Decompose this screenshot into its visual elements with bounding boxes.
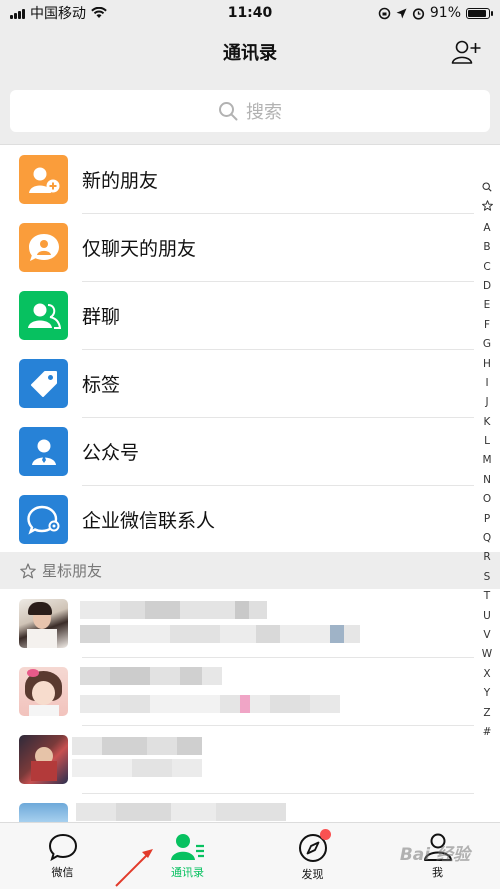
avatar (19, 735, 68, 784)
wecom-icon (19, 495, 68, 544)
func-item-group-chats[interactable]: 群聊 (0, 281, 500, 349)
index-letter[interactable]: R (483, 548, 490, 567)
nav-bar: 通讯录 (0, 26, 500, 78)
index-letter[interactable]: Z (483, 704, 490, 723)
index-letter[interactable]: G (483, 335, 491, 354)
function-list: 新的朋友 仅聊天的朋友 群聊 标签 公众号 企业微信联系人 (0, 145, 500, 553)
index-letter[interactable]: C (483, 258, 490, 277)
add-friend-button[interactable] (450, 38, 482, 66)
index-letter[interactable]: D (483, 277, 491, 296)
index-letter[interactable]: O (483, 490, 491, 509)
index-letter[interactable]: # (483, 723, 492, 742)
func-label: 标签 (82, 373, 121, 396)
search-icon (219, 102, 238, 121)
tab-label: 发现 (301, 868, 324, 881)
search-bar[interactable]: 搜索 (10, 90, 490, 132)
avatar (19, 667, 68, 716)
func-item-wecom-contacts[interactable]: 企业微信联系人 (0, 485, 500, 553)
status-bar: 中国移动 11:40 91% (0, 0, 500, 26)
section-title: 星标朋友 (42, 562, 103, 580)
index-letter[interactable]: W (482, 645, 492, 664)
index-letter[interactable]: K (484, 413, 491, 432)
friend-row[interactable] (0, 793, 500, 822)
func-label: 仅聊天的朋友 (82, 237, 197, 260)
tab-label: 通讯录 (171, 866, 204, 879)
tag-icon (19, 359, 68, 408)
alarm-icon (412, 7, 424, 20)
func-item-tags[interactable]: 标签 (0, 349, 500, 417)
starred-section-header: 星标朋友 (0, 552, 500, 589)
blurred-status (72, 759, 202, 777)
index-letter[interactable]: N (483, 471, 491, 490)
battery-percent: 91% (429, 5, 461, 21)
tab-chats[interactable]: 微信 (0, 823, 125, 889)
func-item-chat-only-friends[interactable]: 仅聊天的朋友 (0, 213, 500, 281)
blurred-status (80, 625, 360, 643)
rotation-lock-icon (378, 7, 391, 19)
tab-discover[interactable]: 发现 (250, 823, 375, 889)
index-letter[interactable]: L (484, 432, 490, 451)
index-letter[interactable]: I (485, 374, 488, 393)
chat-only-icon (19, 223, 68, 272)
func-label: 群聊 (82, 305, 121, 328)
avatar (19, 803, 68, 822)
index-letter[interactable]: Y (484, 684, 490, 703)
official-account-icon (19, 427, 68, 476)
index-letter[interactable]: V (483, 626, 490, 645)
contacts-icon (170, 834, 204, 860)
signal-icon (10, 8, 25, 19)
index-letter[interactable]: H (483, 355, 491, 374)
battery-icon (466, 7, 493, 19)
index-letter[interactable]: P (484, 510, 490, 529)
blurred-name (76, 803, 286, 821)
search-placeholder: 搜索 (246, 102, 282, 123)
blurred-name (80, 601, 267, 619)
index-letter[interactable]: X (483, 665, 490, 684)
index-letter[interactable]: A (483, 219, 490, 238)
watermark: Bai 经验 (399, 845, 470, 865)
starred-friends-list (0, 589, 500, 822)
index-star-icon[interactable] (481, 199, 493, 218)
carrier-label: 中国移动 (30, 6, 86, 22)
friend-row[interactable] (0, 589, 500, 657)
tab-label: 微信 (51, 866, 74, 879)
new-friend-icon (19, 155, 68, 204)
index-letter[interactable]: S (484, 568, 491, 587)
chat-bubble-icon (48, 833, 77, 861)
friend-row[interactable] (0, 725, 500, 793)
location-icon (396, 8, 407, 18)
blurred-status (80, 695, 340, 713)
index-letter[interactable]: E (484, 296, 491, 315)
index-search-icon[interactable] (482, 180, 492, 199)
notification-badge (320, 829, 331, 840)
index-letter[interactable]: U (483, 607, 491, 626)
status-left: 中国移动 (10, 3, 107, 23)
alphabet-index[interactable]: A B C D E F G H I J K L M N O P Q R S T … (480, 180, 494, 742)
status-right: 91% (378, 5, 493, 21)
index-letter[interactable]: B (483, 238, 490, 257)
page-title: 通讯录 (223, 43, 277, 64)
avatar (19, 599, 68, 648)
wifi-icon (91, 7, 107, 18)
group-chat-icon (19, 291, 68, 340)
add-friend-icon (451, 40, 481, 64)
star-icon (20, 562, 36, 578)
blurred-name (72, 737, 202, 755)
func-item-new-friends[interactable]: 新的朋友 (0, 145, 500, 213)
tab-label: 我 (432, 866, 443, 879)
index-letter[interactable]: M (482, 451, 491, 470)
index-letter[interactable]: Q (483, 529, 491, 548)
blurred-name (80, 667, 222, 685)
index-letter[interactable]: J (485, 393, 488, 412)
func-item-official-accounts[interactable]: 公众号 (0, 417, 500, 485)
annotation-arrow (115, 849, 153, 887)
friend-row[interactable] (0, 657, 500, 725)
func-label: 公众号 (82, 441, 140, 464)
index-letter[interactable]: T (484, 587, 490, 606)
func-label: 新的朋友 (82, 169, 159, 192)
func-label: 企业微信联系人 (82, 509, 216, 532)
index-letter[interactable]: F (484, 316, 490, 335)
